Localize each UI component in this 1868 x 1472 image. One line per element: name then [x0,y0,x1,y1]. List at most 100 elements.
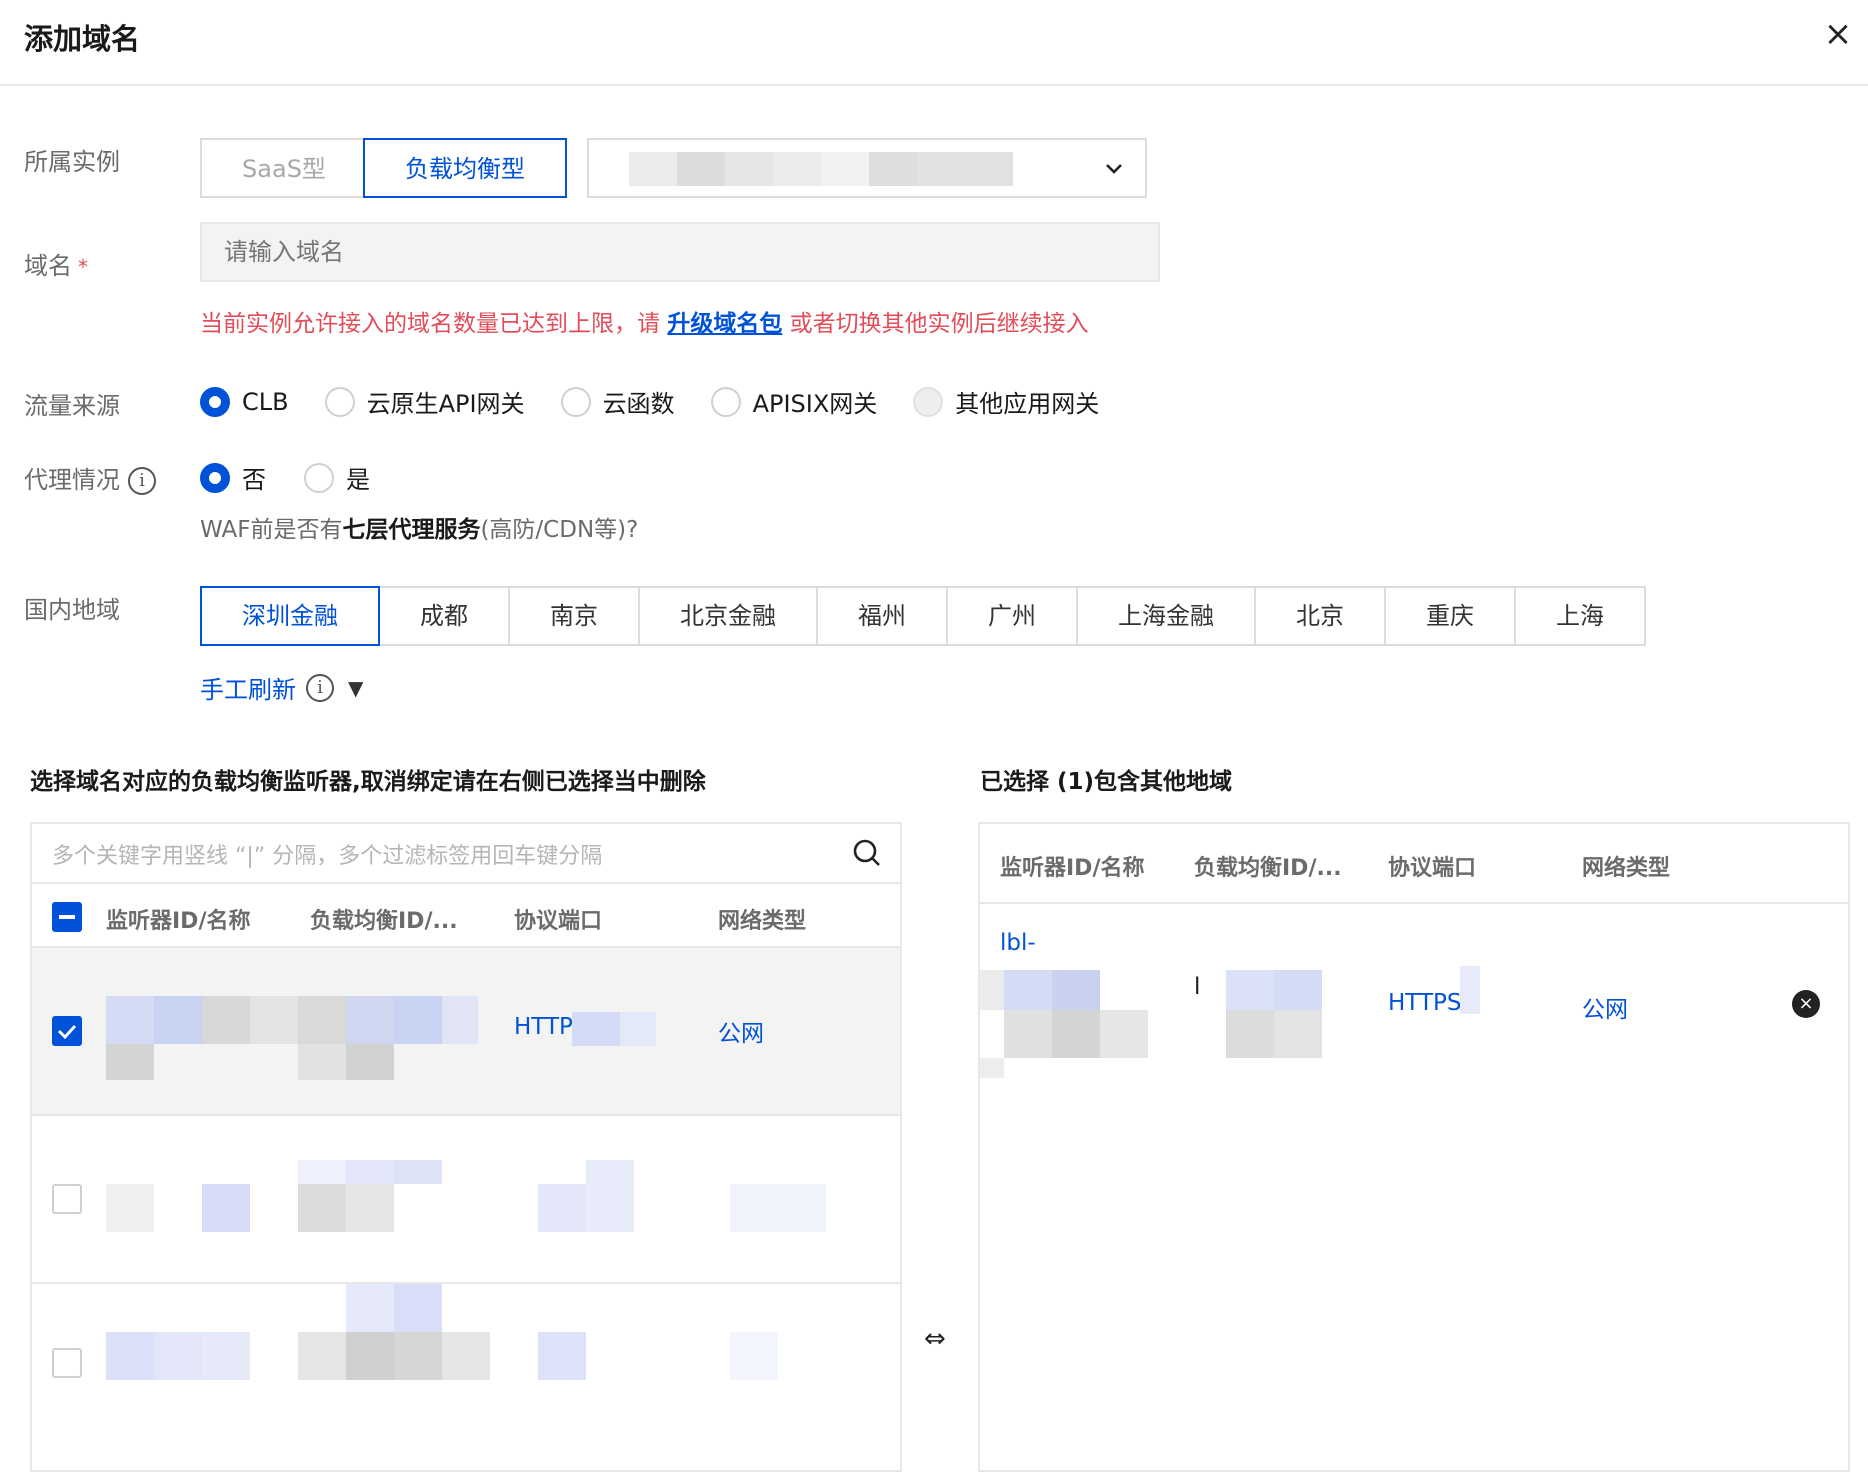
redacted-block [980,1058,1004,1078]
redacted-block [298,1160,346,1184]
domain-label: 域名 * [24,252,88,280]
network-type-link[interactable]: 公网 [1582,990,1628,1024]
redacted-block [572,1012,620,1046]
left-table-header: 监听器ID/名称 负载均衡ID/... 协议端口 网络类型 [32,884,900,948]
info-icon[interactable]: i [128,467,156,495]
proxy-hint: WAF前是否有七层代理服务(高防/CDN等)? [200,517,639,543]
redacted-block [1460,966,1480,1014]
radio-proxy-no[interactable]: 否 [200,460,266,495]
redacted-block [394,1284,442,1332]
region-tab[interactable]: 广州 [946,586,1078,646]
remove-selected-icon[interactable]: × [1792,990,1820,1018]
column-header: 监听器ID/名称 [106,909,251,934]
region-tabs: 深圳金融 成都 南京 北京金融 福州 广州 上海金融 北京 重庆 上海 [200,586,1646,646]
redacted-block [346,1284,394,1332]
upgrade-domain-package-link[interactable]: 升级域名包 [667,311,782,337]
redacted-block [1052,1010,1100,1058]
search-input[interactable]: 多个关键字用竖线 “|” 分隔，多个过滤标签用回车键分隔 [52,838,602,870]
instance-select[interactable] [587,138,1147,198]
redacted-block [1226,970,1274,1010]
redacted-block [442,1332,490,1380]
redacted-block [106,1332,154,1380]
table-row[interactable] [32,1116,900,1284]
table-row[interactable]: HTTP 公网 [32,948,900,1116]
search-icon[interactable] [852,838,882,868]
row-checkbox-checked[interactable] [52,1016,82,1046]
radio-proxy-yes[interactable]: 是 [304,460,370,495]
listener-search[interactable]: 多个关键字用竖线 “|” 分隔，多个过滤标签用回车键分隔 [32,824,900,884]
radio-cloud-function[interactable]: 云函数 [560,384,675,419]
row-checkbox[interactable] [52,1184,82,1214]
proxy-group: 否 是 [200,460,406,495]
radio-cloud-native-api-gateway[interactable]: 云原生API网关 [324,384,525,419]
redacted-block [821,152,869,186]
redacted-block [202,1184,250,1232]
domain-limit-warning: 当前实例允许接入的域名数量已达到上限，请 升级域名包 或者切换其他实例后继续接入 [200,311,1089,337]
row-checkbox[interactable] [52,1348,82,1378]
redacted-block [394,996,442,1044]
radio-unchecked-icon [710,386,741,417]
redacted-block [106,1044,154,1080]
check-icon [57,1024,77,1040]
redacted-block [394,1160,442,1184]
redacted-block [1226,1010,1274,1058]
region-label: 国内地域 [24,596,120,624]
indeterminate-icon [59,915,75,919]
right-table-header: 监听器ID/名称 负载均衡ID/... 协议端口 网络类型 [980,824,1848,904]
redacted-block [394,1332,442,1380]
redacted-block [106,996,154,1044]
radio-checked-icon [200,462,230,493]
redacted-block [1004,1010,1052,1058]
region-tab[interactable]: 南京 [508,586,640,646]
right-panel-title: 已选择 (1)包含其他地域 [980,769,1233,795]
column-header: 负载均衡ID/... [1194,856,1342,881]
redacted-block [298,1332,346,1380]
redacted-block [346,1044,394,1080]
radio-apisix-gateway[interactable]: APISIX网关 [710,384,877,419]
select-all-checkbox[interactable] [52,902,82,932]
redacted-block [346,1160,394,1184]
dialog-title: 添加域名 [24,22,141,56]
redacted-block [538,1332,586,1380]
region-tab[interactable]: 福州 [816,586,948,646]
protocol-port-link[interactable]: HTTP [514,1014,573,1040]
region-tab[interactable]: 上海金融 [1076,586,1256,646]
manual-refresh-link[interactable]: 手工刷新 [200,670,296,705]
redacted-block [586,1160,634,1232]
network-type-link[interactable]: 公网 [718,1014,764,1048]
right-selected-panel: 监听器ID/名称 负载均衡ID/... 协议端口 网络类型 lbl- l HTT… [978,822,1850,1472]
instance-type-clb[interactable]: 负载均衡型 [363,138,567,198]
region-tab[interactable]: 深圳金融 [200,586,380,646]
column-header: 负载均衡ID/... [310,909,458,934]
caret-down-icon[interactable]: ▼ [348,676,363,700]
region-tab[interactable]: 北京 [1254,586,1386,646]
redacted-block [298,996,346,1044]
redacted-block [250,996,298,1044]
info-icon[interactable]: i [306,673,334,702]
redacted-block [202,1332,250,1380]
domain-input[interactable] [200,222,1160,282]
listener-id-link[interactable]: lbl- [1000,930,1036,956]
table-row[interactable] [32,1284,900,1470]
instance-type-saas[interactable]: SaaS型 [200,138,366,198]
redacted-block [725,152,773,186]
chevron-down-icon [1106,164,1122,174]
redacted-block [620,1012,656,1046]
redacted-block [346,996,394,1044]
protocol-port-link[interactable]: HTTPS [1388,990,1461,1016]
region-tab[interactable]: 重庆 [1384,586,1516,646]
radio-other-gateway[interactable]: 其他应用网关 [913,384,1099,419]
traffic-source-label: 流量来源 [24,392,120,420]
redacted-block [869,152,917,186]
radio-checked-icon [200,386,230,417]
region-tab[interactable]: 上海 [1514,586,1646,646]
manual-refresh[interactable]: 手工刷新 i ▼ [200,670,363,705]
radio-clb[interactable]: CLB [200,386,289,417]
region-tab[interactable]: 成都 [378,586,510,646]
redacted-block [346,1332,394,1380]
close-icon[interactable]: × [1822,17,1854,51]
region-tab[interactable]: 北京金融 [638,586,818,646]
radio-unchecked-icon [560,386,591,417]
redacted-block [773,152,821,186]
redacted-block [1004,970,1052,1010]
